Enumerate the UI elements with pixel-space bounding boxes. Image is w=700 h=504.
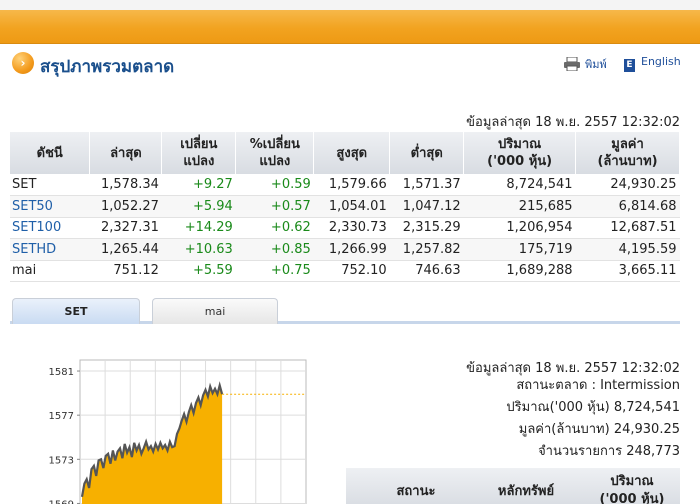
- cell-last: 1,052.27: [89, 195, 162, 218]
- cell-last: 751.12: [89, 260, 162, 282]
- column-header: %เปลี่ยนแปลง: [235, 132, 315, 174]
- cell-high: 1,579.66: [313, 174, 390, 196]
- cell-pct: +0.75: [235, 260, 314, 282]
- cell-name: mai: [10, 260, 90, 282]
- summary-trades: จำนวนรายการ 248,773: [538, 444, 680, 459]
- chart-y-tick-label: 1573: [49, 455, 74, 466]
- cell-change: +14.29: [161, 217, 236, 239]
- cell-pct: +0.85: [235, 238, 314, 261]
- cell-last: 1,265.44: [89, 238, 162, 261]
- chart-y-tick-label: 1577: [49, 411, 74, 422]
- page-header: › สรุปภาพรวมตลาด พิมพ์ E English: [10, 48, 690, 78]
- column-volume-line2: ('000 หุ้น): [599, 492, 665, 504]
- column-header: ล่าสุด: [89, 132, 163, 174]
- column-header: เปลี่ยนแปลง: [161, 132, 237, 174]
- top-banner: [0, 0, 700, 44]
- market-tabs: SET mai: [10, 296, 680, 324]
- last-updated-timestamp: ข้อมูลล่าสุด 18 พ.ย. 2557 12:32:02: [466, 115, 680, 130]
- cell-value: 3,665.11: [575, 260, 680, 282]
- cell-volume: 8,724,541: [463, 174, 576, 196]
- intraday-chart: 1581 1577 1573 1569: [42, 358, 312, 504]
- summary-value: มูลค่า(ล้านบาท) 24,930.25: [518, 422, 680, 437]
- market-summary: สถานะตลาด : Intermission ปริมาณ('000 หุ้…: [506, 375, 680, 463]
- cell-high: 1,266.99: [313, 238, 390, 261]
- column-header-line1: สูงสุด: [336, 145, 368, 161]
- column-header-line1: ล่าสุด: [110, 145, 142, 161]
- cell-high: 2,330.73: [313, 217, 390, 239]
- column-header: ดัชนี: [10, 132, 91, 174]
- market-status: สถานะตลาด : Intermission: [516, 378, 680, 393]
- cell-value: 6,814.68: [575, 195, 680, 218]
- column-securities: หลักทรัพย์: [497, 484, 555, 499]
- table-row[interactable]: SETHD 1,265.44 +10.63 +0.85 1,266.99 1,257.82…: [10, 238, 680, 261]
- page-title: สรุปภาพรวมตลาด: [40, 57, 175, 77]
- print-label[interactable]: พิมพ์: [585, 58, 607, 71]
- table-header-row: ดัชนี ล่าสุด เปลี่ยน แปลง %เปลี่ยน แปลง สูงสุด…: [10, 132, 680, 174]
- tab-mai[interactable]: mai: [152, 298, 278, 324]
- column-header-line1: %เปลี่ยน: [249, 137, 300, 152]
- cell-low: 1,047.12: [389, 195, 464, 218]
- securities-status-table-header: สถานะ หลักทรัพย์ ปริมาณ ('000 หุ้น): [346, 468, 680, 504]
- cell-volume: 175,719: [463, 238, 576, 261]
- chart-y-tick-label: 1581: [49, 367, 74, 378]
- column-header-line2: ('000 หุ้น): [487, 154, 553, 169]
- column-header-line1: ดัชนี: [36, 145, 63, 161]
- index-summary-table: ดัชนี ล่าสุด เปลี่ยน แปลง %เปลี่ยน แปลง สูงสุด…: [10, 132, 680, 282]
- printer-icon: [564, 57, 580, 71]
- intraday-chart-svg: 1581 1577 1573 1569: [49, 359, 307, 504]
- column-header-line1: เปลี่ยน: [180, 137, 218, 152]
- cell-change: +10.63: [161, 238, 236, 261]
- cell-pct: +0.62: [235, 217, 314, 239]
- table-row[interactable]: SET 1,578.34 +9.27 +0.59 1,579.66 1,571.37 8,7…: [10, 174, 680, 196]
- cell-last: 2,327.31: [89, 217, 162, 239]
- column-header-line2: แปลง: [183, 154, 215, 169]
- cell-change: +5.94: [161, 195, 236, 218]
- column-header-line1: ปริมาณ: [498, 137, 542, 152]
- cell-low: 746.63: [389, 260, 464, 282]
- cell-low: 1,257.82: [389, 238, 464, 261]
- table-row[interactable]: mai 751.12 +5.59 +0.75 752.10 746.63 1,689,288…: [10, 260, 680, 282]
- cell-name[interactable]: SET100: [10, 217, 90, 239]
- print-link[interactable]: พิมพ์: [563, 55, 607, 73]
- column-header: ปริมาณ ('000 หุ้น): [463, 132, 577, 174]
- cell-volume: 1,689,288: [463, 260, 576, 282]
- column-header: มูลค่า (ล้านบาท): [575, 132, 680, 174]
- cell-pct: +0.57: [235, 195, 314, 218]
- cell-value: 4,195.59: [575, 238, 680, 261]
- cell-change: +5.59: [161, 260, 236, 282]
- column-header: สูงสุด: [313, 132, 391, 174]
- column-header: ต่ำสุด: [389, 132, 465, 174]
- cell-low: 1,571.37: [389, 174, 464, 196]
- column-header-line2: แปลง: [259, 154, 291, 169]
- cell-low: 2,315.29: [389, 217, 464, 239]
- arrow-circle-icon: ›: [12, 52, 34, 74]
- column-header-line1: ต่ำสุด: [410, 145, 443, 161]
- document-e-icon: E: [624, 59, 635, 72]
- summary-volume: ปริมาณ('000 หุ้น) 8,724,541: [506, 400, 680, 415]
- column-status: สถานะ: [396, 484, 436, 499]
- cell-high: 1,054.01: [313, 195, 390, 218]
- cell-name[interactable]: SETHD: [10, 238, 90, 261]
- column-header-line1: มูลค่า: [611, 137, 644, 152]
- cell-value: 12,687.51: [575, 217, 680, 239]
- tab-set[interactable]: SET: [12, 298, 140, 324]
- cell-name[interactable]: SET50: [10, 195, 90, 218]
- cell-pct: +0.59: [235, 174, 314, 196]
- table-row[interactable]: SET50 1,052.27 +5.94 +0.57 1,054.01 1,047.12 2…: [10, 195, 680, 218]
- column-header-line2: (ล้านบาท): [597, 154, 658, 169]
- cell-volume: 215,685: [463, 195, 576, 218]
- cell-change: +9.27: [161, 174, 236, 196]
- table-row[interactable]: SET100 2,327.31 +14.29 +0.62 2,330.73 2,315.2…: [10, 217, 680, 239]
- english-link[interactable]: E English: [624, 55, 681, 72]
- english-label[interactable]: English: [641, 55, 681, 68]
- cell-last: 1,578.34: [89, 174, 162, 196]
- cell-value: 24,930.25: [575, 174, 680, 196]
- cell-high: 752.10: [313, 260, 390, 282]
- table-body: SET 1,578.34 +9.27 +0.59 1,579.66 1,571.37 8,7…: [10, 174, 680, 282]
- cell-name: SET: [10, 174, 90, 196]
- chart-y-tick-label: 1569: [49, 499, 74, 504]
- cell-volume: 1,206,954: [463, 217, 576, 239]
